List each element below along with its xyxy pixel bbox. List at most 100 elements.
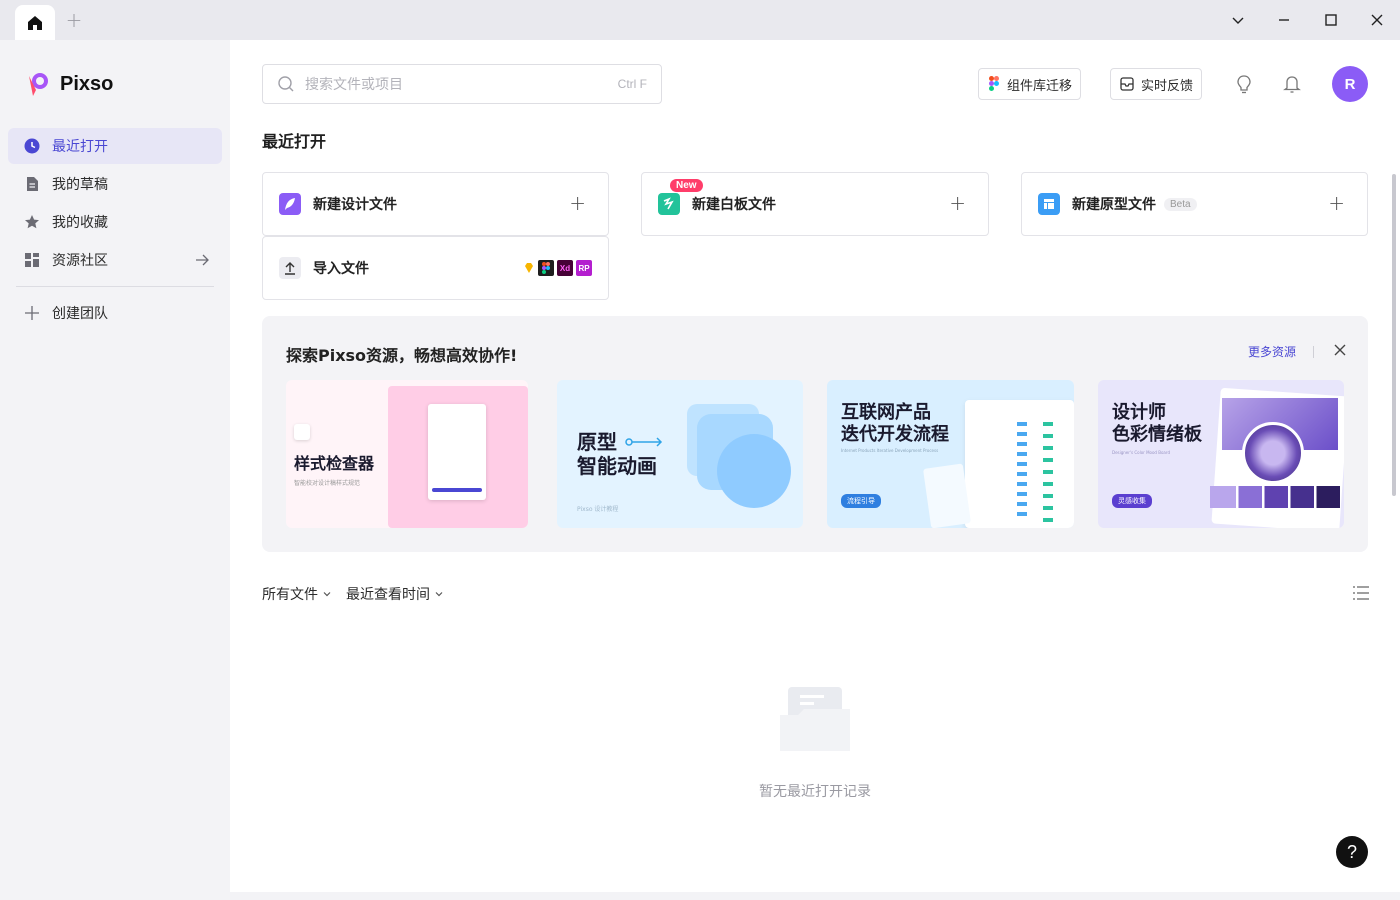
chevron-down-icon xyxy=(435,592,443,597)
resource-title: 互联网产品 迭代开发流程 xyxy=(841,402,949,446)
add-tab-button[interactable]: + xyxy=(64,10,84,30)
resource-subtitle: Internet Products Iterative Development … xyxy=(841,448,939,453)
resource-card-dev-process[interactable]: 互联网产品 迭代开发流程 Internet Products Iterative… xyxy=(827,380,1074,528)
sidebar-item-label: 我的收藏 xyxy=(52,215,108,231)
resource-title-line: 迭代开发流程 xyxy=(841,424,949,445)
color-swatches xyxy=(1210,486,1340,508)
prototype-icon xyxy=(1038,193,1060,215)
chevron-down-icon[interactable] xyxy=(1226,8,1250,32)
filter-sort-recent[interactable]: 最近查看时间 xyxy=(346,584,444,604)
sidebar-item-label: 我的草稿 xyxy=(52,177,108,193)
chevron-down-icon xyxy=(323,592,331,597)
filter-all-files[interactable]: 所有文件 xyxy=(262,584,332,604)
main-content: 搜索文件或项目 Ctrl F 组件库迁移 实时反馈 R 最近打开 新建设计文件 … xyxy=(230,40,1400,892)
search-input[interactable]: 搜索文件或项目 Ctrl F xyxy=(262,64,662,104)
scrollbar[interactable] xyxy=(1392,174,1396,496)
search-placeholder: 搜索文件或项目 xyxy=(305,77,403,93)
axure-format-icon: RP xyxy=(576,260,592,276)
rose-image xyxy=(1242,422,1304,484)
bottom-edge xyxy=(0,892,1400,900)
bell-icon[interactable] xyxy=(1280,72,1304,96)
resource-title-line: 智能动画 xyxy=(577,454,657,478)
figma-icon xyxy=(989,76,999,91)
more-resources-link[interactable]: 更多资源 xyxy=(1248,343,1296,360)
resource-title: 设计师 色彩情绪板 xyxy=(1112,402,1202,446)
clock-icon xyxy=(24,138,40,154)
resource-title: 样式检查器 xyxy=(294,454,375,473)
new-badge: New xyxy=(670,179,703,192)
new-prototype-file-card[interactable]: 新建原型文件 Beta + xyxy=(1021,172,1368,236)
new-design-file-card[interactable]: 新建设计文件 + xyxy=(262,172,609,236)
shape-circle xyxy=(717,434,791,508)
sidebar: Pixso 最近打开 我的草稿 我的收藏 资源社区 创建团队 xyxy=(0,40,230,892)
sketch-icon xyxy=(525,263,533,273)
plus-icon[interactable]: + xyxy=(949,193,966,213)
minimize-icon[interactable] xyxy=(1272,8,1296,32)
sidebar-item-label: 资源社区 xyxy=(52,253,108,269)
sidebar-item-community[interactable]: 资源社区 xyxy=(8,242,222,278)
resource-tag: 灵感收集 xyxy=(1112,494,1152,508)
star-icon xyxy=(25,215,39,229)
close-icon[interactable] xyxy=(1332,342,1348,358)
flow-column xyxy=(1017,422,1027,522)
sidebar-divider xyxy=(16,286,214,287)
home-icon xyxy=(28,15,42,30)
whiteboard-icon xyxy=(658,193,680,215)
explore-resources-panel: 探索Pixso资源，畅想高效协作! 更多资源 样式检查器 智能校对设计稿样式规范… xyxy=(262,316,1368,552)
resource-card-prototype-animation[interactable]: 原型 智能动画 Pixso 设计教程 xyxy=(557,380,803,528)
search-shortcut: Ctrl F xyxy=(617,77,647,91)
plus-icon[interactable]: + xyxy=(1328,193,1345,213)
sidebar-item-recent[interactable]: 最近打开 xyxy=(8,128,222,164)
resource-subtitle: Designer's Color Mood Board xyxy=(1112,450,1170,455)
xd-format-icon: Xd xyxy=(557,260,573,276)
grid-icon xyxy=(25,253,39,267)
sidebar-nav: 最近打开 我的草稿 我的收藏 资源社区 创建团队 xyxy=(8,128,222,333)
close-icon[interactable] xyxy=(1365,8,1389,32)
plus-icon xyxy=(25,306,39,320)
plus-icon[interactable]: + xyxy=(569,193,586,213)
new-whiteboard-file-label: 新建白板文件 xyxy=(692,197,776,213)
user-avatar[interactable]: R xyxy=(1332,66,1368,102)
component-migration-button[interactable]: 组件库迁移 xyxy=(978,68,1082,100)
filter-label: 最近查看时间 xyxy=(346,587,430,603)
mockup-button xyxy=(432,488,482,492)
beta-badge: Beta xyxy=(1164,197,1197,211)
figma-format-icon xyxy=(538,260,554,276)
resource-tag: 流程引导 xyxy=(841,494,881,508)
arrow-right-icon[interactable] xyxy=(194,252,210,268)
pixso-logo[interactable]: Pixso xyxy=(24,70,113,98)
sidebar-item-favorites[interactable]: 我的收藏 xyxy=(8,204,222,240)
resource-title-line: 色彩情绪板 xyxy=(1112,424,1202,445)
import-file-card[interactable]: 导入文件 Xd RP xyxy=(262,236,609,300)
upload-icon xyxy=(279,257,301,279)
feedback-button[interactable]: 实时反馈 xyxy=(1110,68,1203,100)
page-title: 最近打开 xyxy=(262,132,327,151)
phone-mockup xyxy=(428,404,486,500)
create-team-button[interactable]: 创建团队 xyxy=(8,295,222,331)
help-button[interactable]: ? xyxy=(1336,836,1368,868)
resource-title-line: 互联网产品 xyxy=(841,402,931,423)
lightbulb-icon[interactable] xyxy=(1232,72,1256,96)
title-bar: + xyxy=(0,0,1400,40)
explore-title: 探索Pixso资源，畅想高效协作! xyxy=(286,346,518,365)
explore-divider xyxy=(1313,346,1314,358)
list-view-icon[interactable] xyxy=(1352,585,1370,601)
arrow-right-icon xyxy=(625,437,663,447)
import-format-icons: Xd RP xyxy=(523,260,592,276)
empty-state-text: 暂无最近打开记录 xyxy=(759,784,871,800)
resource-card-style-inspector[interactable]: 样式检查器 智能校对设计稿样式规范 xyxy=(286,380,528,528)
sidebar-item-drafts[interactable]: 我的草稿 xyxy=(8,166,222,202)
search-icon xyxy=(278,76,294,92)
new-prototype-file-label: 新建原型文件 xyxy=(1072,197,1156,213)
resource-footer: Pixso 设计教程 xyxy=(577,506,619,513)
app-name: Pixso xyxy=(60,72,114,95)
flow-card xyxy=(923,463,971,528)
home-tab[interactable] xyxy=(15,5,55,40)
feedback-label: 实时反馈 xyxy=(1141,78,1194,94)
new-whiteboard-file-card[interactable]: New 新建白板文件 + xyxy=(641,172,989,236)
draft-icon xyxy=(27,177,38,191)
sidebar-item-label: 最近打开 xyxy=(52,139,108,155)
maximize-icon[interactable] xyxy=(1319,8,1343,32)
resource-card-mood-board[interactable]: 设计师 色彩情绪板 Designer's Color Mood Board 灵感… xyxy=(1098,380,1344,528)
filter-label: 所有文件 xyxy=(262,587,318,603)
